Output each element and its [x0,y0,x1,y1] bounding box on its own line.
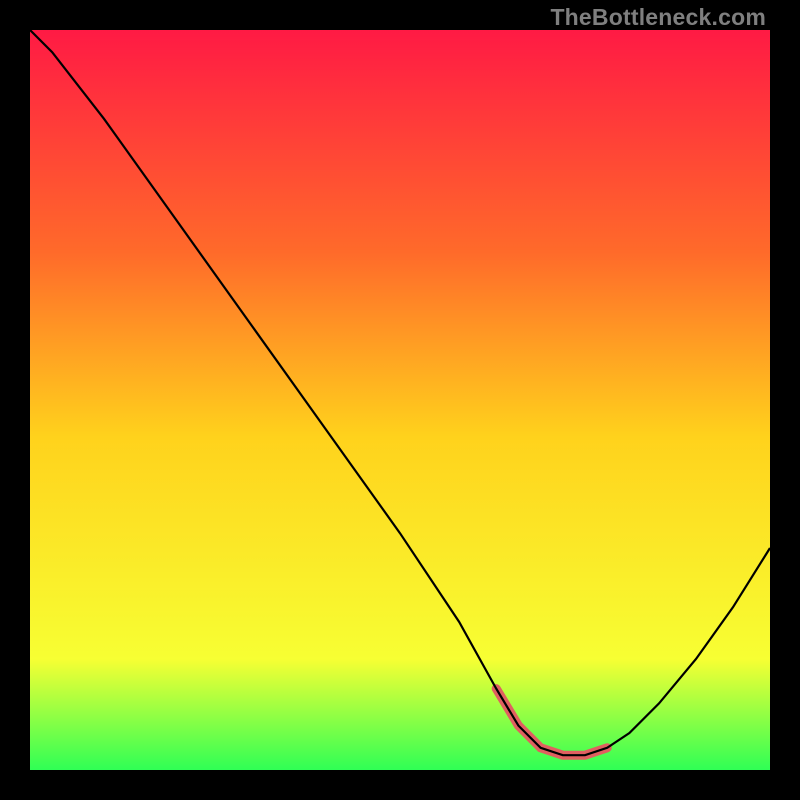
gradient-background [30,30,770,770]
chart-frame [30,30,770,770]
bottleneck-chart [30,30,770,770]
watermark-text: TheBottleneck.com [550,4,766,31]
